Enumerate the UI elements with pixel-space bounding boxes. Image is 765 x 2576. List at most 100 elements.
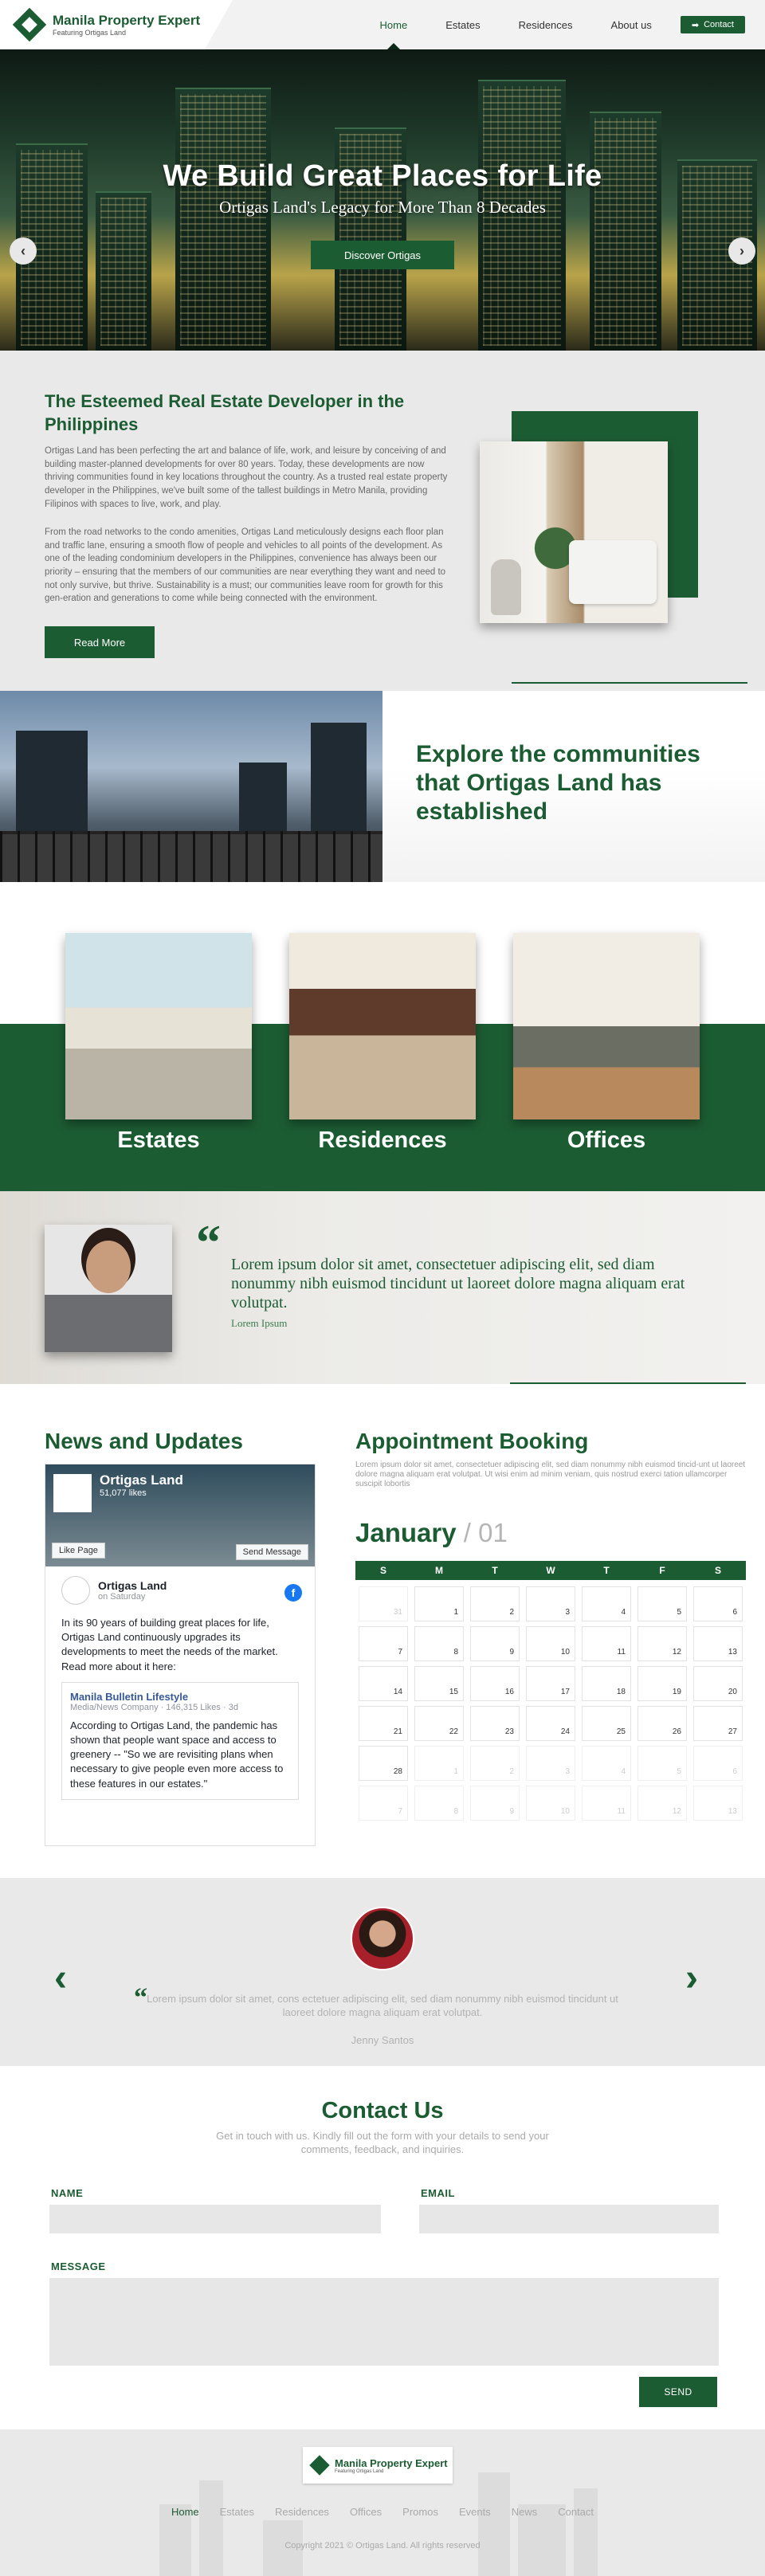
calendar-day[interactable]: 4 xyxy=(582,1586,631,1621)
footer-nav-news[interactable]: News xyxy=(512,2506,538,2518)
calendar-day[interactable]: 6 xyxy=(693,1586,743,1621)
contact-button-label: Contact xyxy=(704,20,734,29)
read-more-button[interactable]: Read More xyxy=(45,626,155,658)
chevron-right-icon[interactable]: › xyxy=(685,1956,698,2000)
footer-nav-offices[interactable]: Offices xyxy=(350,2506,382,2518)
post-author[interactable]: Ortigas Land xyxy=(98,1579,167,1592)
quote-mark-icon: “ xyxy=(196,1216,221,1270)
portrait-face xyxy=(86,1241,131,1293)
calendar-day[interactable]: 1 xyxy=(414,1746,464,1781)
like-page-button[interactable]: Like Page xyxy=(52,1543,105,1559)
nav-home[interactable]: Home xyxy=(361,0,427,50)
hero-next-icon[interactable]: › xyxy=(728,237,755,265)
calendar-month-number: / 01 xyxy=(463,1518,508,1547)
calendar-day[interactable]: 31 xyxy=(359,1586,408,1621)
logo[interactable]: Manila Property Expert Featuring Ortigas… xyxy=(0,0,233,49)
footer-nav-events[interactable]: Events xyxy=(459,2506,491,2518)
calendar-day[interactable]: 28 xyxy=(359,1746,408,1781)
residences-card-label[interactable]: Residences xyxy=(289,1127,476,1154)
calendar-day[interactable]: 20 xyxy=(693,1666,743,1701)
nav-estates[interactable]: Estates xyxy=(426,0,499,49)
calendar-day[interactable]: 11 xyxy=(582,1626,631,1661)
calendar-day[interactable]: 7 xyxy=(359,1786,408,1821)
footer-nav-home[interactable]: Home xyxy=(171,2506,199,2518)
calendar-day[interactable]: 4 xyxy=(582,1746,631,1781)
balcony-rail xyxy=(0,831,382,882)
calendar-day[interactable]: 26 xyxy=(638,1706,687,1741)
estates-card-image[interactable] xyxy=(65,933,252,1119)
calendar-day[interactable]: 12 xyxy=(638,1626,687,1661)
facebook-feed-widget[interactable]: Ortigas Land 51,077 likes Like Page Send… xyxy=(45,1464,316,1846)
facebook-page-name[interactable]: Ortigas Land xyxy=(100,1472,183,1488)
nav-about[interactable]: About us xyxy=(592,0,671,49)
about-paragraph-2: From the road networks to the condo amen… xyxy=(45,527,446,604)
discover-button[interactable]: Discover Ortigas xyxy=(311,241,454,269)
calendar-day[interactable]: 21 xyxy=(359,1706,408,1741)
calendar-day[interactable]: 5 xyxy=(638,1746,687,1781)
calendar-day[interactable]: 6 xyxy=(693,1746,743,1781)
name-field[interactable] xyxy=(49,2205,381,2233)
footer-logo[interactable]: Manila Property Expert Featuring Ortigas… xyxy=(303,2447,453,2484)
email-field[interactable] xyxy=(419,2205,719,2233)
calendar-day[interactable]: 1 xyxy=(414,1586,464,1621)
skyline-shape xyxy=(478,2472,510,2576)
shared-post-source[interactable]: Manila Bulletin Lifestyle xyxy=(70,1691,290,1703)
calendar-day[interactable]: 22 xyxy=(414,1706,464,1741)
calendar-day[interactable]: 3 xyxy=(526,1586,575,1621)
chevron-left-icon[interactable]: ‹ xyxy=(54,1956,67,2000)
calendar-day[interactable]: 2 xyxy=(470,1746,520,1781)
avatar[interactable] xyxy=(61,1576,90,1605)
name-label: NAME xyxy=(51,2187,84,2199)
nav-residences[interactable]: Residences xyxy=(500,0,592,49)
contact-button[interactable]: ➡ Contact xyxy=(680,16,745,33)
calendar-day[interactable]: 14 xyxy=(359,1666,408,1701)
calendar-day[interactable]: 25 xyxy=(582,1706,631,1741)
footer-nav-contact[interactable]: Contact xyxy=(558,2506,594,2518)
page-logo[interactable] xyxy=(53,1474,92,1512)
footer-nav-promos[interactable]: Promos xyxy=(402,2506,438,2518)
review-text: Lorem ipsum dolor sit amet, cons ectetue… xyxy=(147,1993,618,2018)
calendar-day[interactable]: 17 xyxy=(526,1666,575,1701)
calendar-day[interactable]: 13 xyxy=(693,1786,743,1821)
calendar-day[interactable]: 7 xyxy=(359,1626,408,1661)
calendar-day[interactable]: 23 xyxy=(470,1706,520,1741)
calendar-day[interactable]: 18 xyxy=(582,1666,631,1701)
calendar-day[interactable]: 19 xyxy=(638,1666,687,1701)
site-header: Manila Property Expert Featuring Ortigas… xyxy=(0,0,765,50)
calendar-day[interactable]: 12 xyxy=(638,1786,687,1821)
calendar-grid: 31 1 2 3 4 5 6 7 8 9 10 11 12 13 14 15 16 17 18 19 20 21 22 23 2… xyxy=(355,1580,746,1821)
post-time[interactable]: on Saturday xyxy=(98,1592,167,1602)
about-title: The Esteemed Real Estate Developer in th… xyxy=(45,391,405,434)
calendar-day[interactable]: 24 xyxy=(526,1706,575,1741)
site-footer: Manila Property Expert Featuring Ortigas… xyxy=(0,2429,765,2576)
calendar-day[interactable]: 9 xyxy=(470,1626,520,1661)
message-field[interactable] xyxy=(49,2278,719,2366)
shared-post[interactable]: Manila Bulletin Lifestyle Media/News Com… xyxy=(61,1681,299,1800)
calendar-day[interactable]: 9 xyxy=(470,1786,520,1821)
footer-nav-residences[interactable]: Residences xyxy=(275,2506,329,2518)
hero-prev-icon[interactable]: ‹ xyxy=(10,237,37,265)
send-button[interactable]: SEND xyxy=(639,2377,717,2407)
calendar-day[interactable]: 3 xyxy=(526,1746,575,1781)
calendar-day[interactable]: 5 xyxy=(638,1586,687,1621)
calendar-day[interactable]: 2 xyxy=(470,1586,520,1621)
footer-nav-estates[interactable]: Estates xyxy=(220,2506,254,2518)
calendar-day[interactable]: 16 xyxy=(470,1666,520,1701)
offices-card-image[interactable] xyxy=(513,933,700,1119)
calendar-day[interactable]: 10 xyxy=(526,1786,575,1821)
residences-card-image[interactable] xyxy=(289,933,476,1119)
calendar-day[interactable]: 8 xyxy=(414,1786,464,1821)
reviewer-avatar xyxy=(351,1907,414,1970)
estates-card-label[interactable]: Estates xyxy=(65,1127,252,1154)
calendar-day[interactable]: 8 xyxy=(414,1626,464,1661)
calendar-day[interactable]: 10 xyxy=(526,1626,575,1661)
facebook-likes: 51,077 likes xyxy=(100,1488,147,1498)
send-message-button[interactable]: Send Message xyxy=(235,1544,308,1560)
facebook-icon[interactable]: f xyxy=(284,1584,302,1602)
offices-card-label[interactable]: Offices xyxy=(513,1127,700,1154)
calendar-day[interactable]: 13 xyxy=(693,1626,743,1661)
calendar-day[interactable]: 27 xyxy=(693,1706,743,1741)
calendar: SMTWTFS 31 1 2 3 4 5 6 7 8 9 10 11 12 13 14 15 16 17 18 19 2… xyxy=(355,1561,746,1821)
calendar-day[interactable]: 15 xyxy=(414,1666,464,1701)
calendar-day[interactable]: 11 xyxy=(582,1786,631,1821)
